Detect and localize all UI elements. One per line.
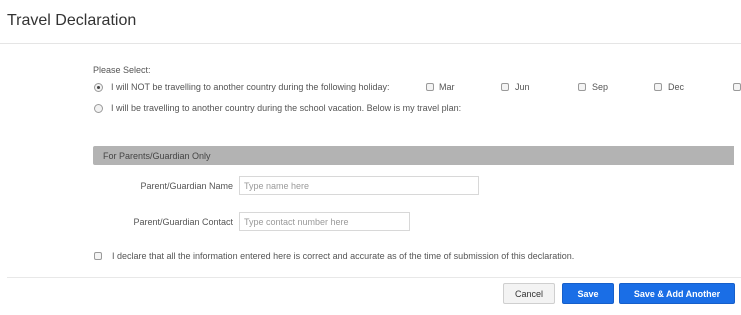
checkbox-dec[interactable] [654,83,662,91]
guardian-contact-input[interactable] [239,212,410,231]
month-dec-label: Dec [668,82,685,92]
guardian-name-label: Parent/Guardian Name [140,181,233,191]
checkbox-mar[interactable] [426,83,434,91]
guardian-name-input[interactable] [239,176,479,195]
cancel-button[interactable]: Cancel [503,283,555,304]
declaration-checkbox[interactable] [94,252,102,260]
declaration-form: Please Select: I will NOT be travelling … [0,45,741,315]
select-label: Please Select: [93,65,151,75]
declaration-text: I declare that all the information enter… [112,251,575,261]
month-sep-label: Sep [592,82,609,92]
radio-not-travelling[interactable] [94,83,103,92]
guardian-section-title: For Parents/Guardian Only [103,151,211,161]
page-header: Travel Declaration [0,0,741,44]
checkbox-sep[interactable] [578,83,586,91]
checkbox-jun[interactable] [501,83,509,91]
save-and-add-another-button[interactable]: Save & Add Another [619,283,735,304]
page-title: Travel Declaration [7,12,137,29]
radio-travelling[interactable] [94,104,103,113]
save-button[interactable]: Save [562,283,614,304]
option-travelling-label: I will be travelling to another country … [111,103,462,113]
guardian-section-header: For Parents/Guardian Only [93,146,734,165]
guardian-contact-label: Parent/Guardian Contact [133,217,233,227]
month-jun-label: Jun [515,82,530,92]
month-mar-label: Mar [439,82,455,92]
footer-divider [7,277,741,278]
option-not-travelling-label: I will NOT be travelling to another coun… [111,82,390,92]
checkbox-extra[interactable] [733,83,741,91]
